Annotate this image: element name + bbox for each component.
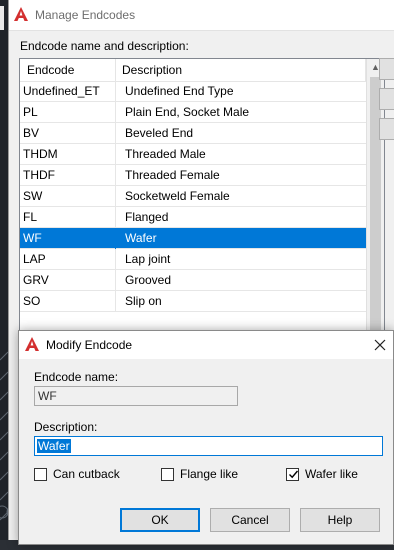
help-button[interactable]: Help — [300, 508, 380, 532]
endcode-table[interactable]: Endcode Description Undefined_ET Undefine… — [19, 58, 385, 346]
table-row[interactable]: PL Plain End, Socket Male — [20, 102, 366, 123]
column-header-endcode[interactable]: Endcode — [20, 59, 116, 81]
endcode-name-label: Endcode name: — [34, 370, 119, 384]
description-cell: Slip on — [125, 294, 162, 308]
can-cutback-label: Can cutback — [53, 467, 120, 481]
endcode-cell: WF — [20, 228, 116, 249]
endcode-cell: LAP — [20, 249, 116, 270]
endcode-cell: PL — [20, 102, 116, 123]
autocad-logo-icon — [14, 7, 28, 21]
checkmark-icon — [289, 470, 299, 479]
table-row[interactable]: THDF Threaded Female — [20, 165, 366, 186]
table-row[interactable]: THDM Threaded Male — [20, 144, 366, 165]
autocad-logo-icon — [25, 337, 39, 351]
description-input[interactable]: Wafer — [34, 436, 383, 456]
scrollbar-thumb[interactable] — [370, 77, 381, 337]
checkbox-box[interactable] — [34, 468, 47, 481]
endcode-cell: SO — [20, 291, 116, 312]
endcode-cell: THDM — [20, 144, 116, 165]
description-cell: Lap joint — [125, 252, 171, 266]
manage-endcodes-titlebar: Manage Endcodes — [9, 0, 394, 31]
description-cell: Grooved — [125, 273, 172, 287]
endcode-cell: SW — [20, 186, 116, 207]
endcode-cell: THDF — [20, 165, 116, 186]
description-selected-text: Wafer — [37, 439, 71, 453]
table-header: Endcode Description — [20, 59, 366, 82]
description-cell: Threaded Male — [125, 147, 206, 161]
description-cell: Wafer — [125, 231, 157, 245]
description-cell: Flanged — [125, 210, 169, 224]
description-cell: Threaded Female — [125, 168, 220, 182]
checkbox-box[interactable] — [161, 468, 174, 481]
side-button-3[interactable] — [379, 118, 394, 140]
table-row[interactable]: FL Flanged — [20, 207, 366, 228]
endcode-name-field: WF — [34, 386, 238, 406]
description-label: Description: — [34, 420, 98, 434]
description-cell: Plain End, Socket Male — [125, 105, 250, 119]
modify-endcode-titlebar: Modify Endcode — [19, 331, 393, 359]
wafer-like-label: Wafer like — [305, 467, 358, 481]
description-cell: Undefined End Type — [125, 84, 234, 98]
endcode-cell: BV — [20, 123, 116, 144]
endcode-cell: FL — [20, 207, 116, 228]
table-row[interactable]: SW Socketweld Female — [20, 186, 366, 207]
table-row[interactable]: LAP Lap joint — [20, 249, 366, 270]
side-button-2[interactable] — [379, 88, 394, 110]
description-cell: Beveled End — [125, 126, 194, 140]
endcode-cell: Undefined_ET — [20, 81, 116, 102]
table-row[interactable]: WF Wafer — [20, 228, 366, 249]
description-cell: Socketweld Female — [125, 189, 230, 203]
table-row[interactable]: GRV Grooved — [20, 270, 366, 291]
flange-like-label: Flange like — [180, 467, 239, 481]
modify-endcode-title: Modify Endcode — [46, 338, 133, 352]
column-header-description[interactable]: Description — [116, 59, 366, 81]
table-body: Undefined_ET Undefined End Type PL Plain En… — [20, 81, 366, 312]
table-row[interactable]: Undefined_ET Undefined End Type — [20, 81, 366, 102]
side-button-1[interactable] — [379, 58, 394, 80]
endcode-list-label: Endcode name and description: — [20, 39, 189, 53]
ok-button[interactable]: OK — [120, 508, 200, 532]
table-row[interactable]: BV Beveled End — [20, 123, 366, 144]
manage-endcodes-title: Manage Endcodes — [35, 8, 136, 22]
modify-endcode-dialog: Modify Endcode Endcode name: WF Descript… — [18, 330, 394, 545]
cancel-button[interactable]: Cancel — [210, 508, 290, 532]
endcode-cell: GRV — [20, 270, 116, 291]
table-row[interactable]: SO Slip on — [20, 291, 366, 312]
close-icon[interactable] — [369, 334, 391, 356]
checkbox-box[interactable] — [286, 468, 299, 481]
